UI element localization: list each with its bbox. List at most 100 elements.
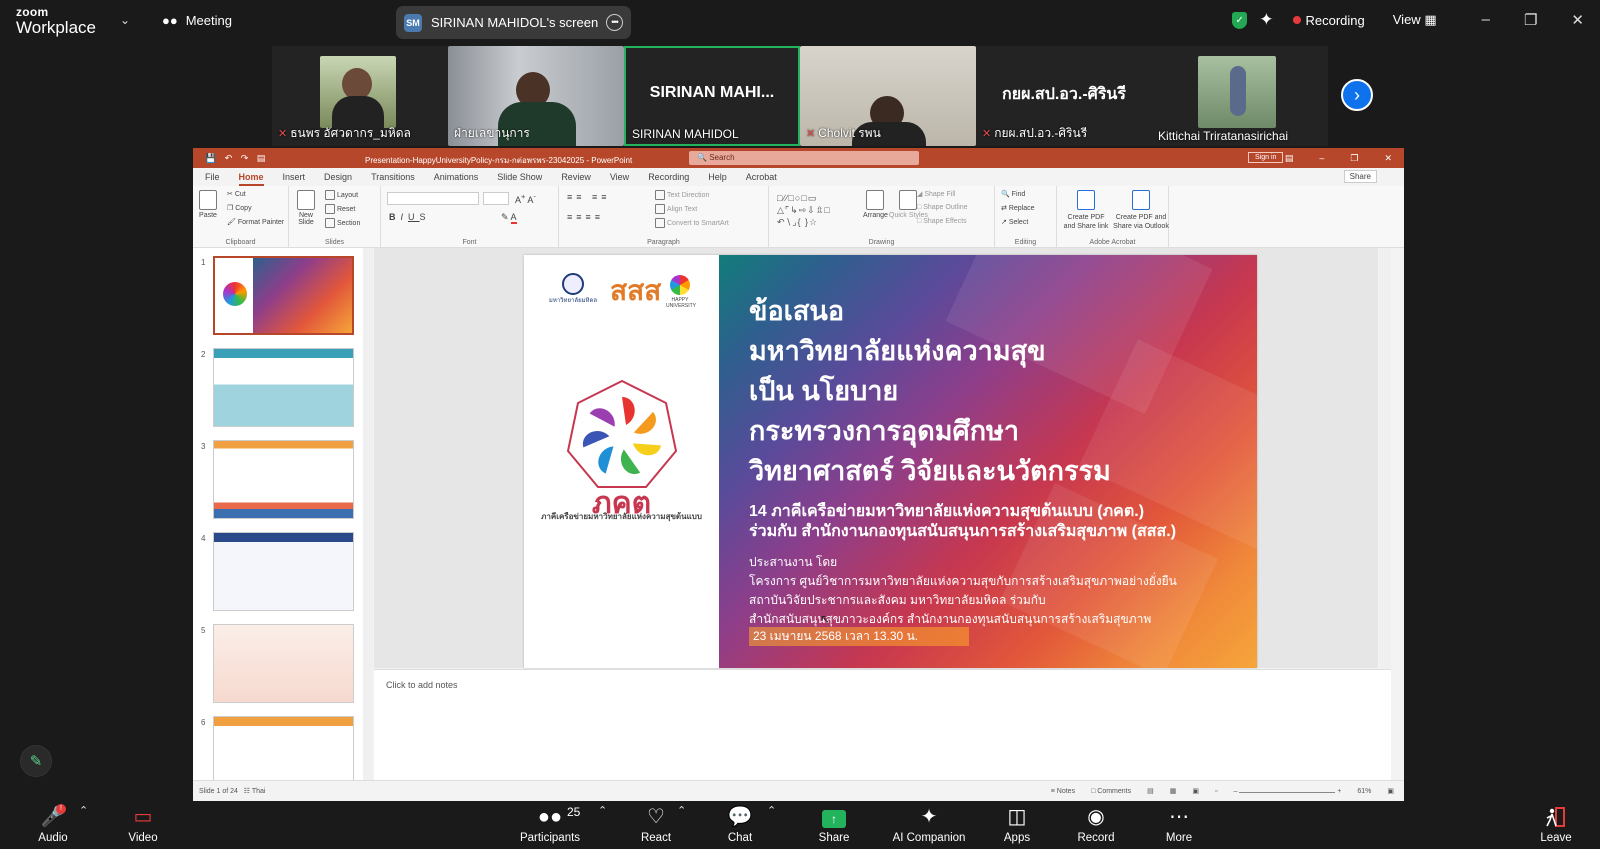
audio-options-caret[interactable]: ⌃ [79,804,88,817]
leave-button[interactable]: Leave [1540,806,1572,844]
annotate-pencil-icon[interactable]: ✎ [20,745,52,777]
create-pdf-outlook-button[interactable]: Create PDF and Share via Outlook [1113,190,1169,231]
slide-thumbnail[interactable] [213,716,354,780]
slide-thumbnail[interactable] [213,440,354,519]
thumbnail-scrollbar[interactable] [363,248,373,780]
shapes-gallery[interactable]: □∕∕□○□▭ △⌜↳⇨⇩⇫□ ↶∖⌟{ }☆ [777,192,857,228]
font-name-box[interactable] [387,192,479,205]
chat-options-caret[interactable]: ⌃ [767,804,776,817]
layout-button[interactable]: Layout [325,190,358,200]
ribbon-tab-acrobat[interactable]: Acrobat [746,172,777,182]
font-style-buttons[interactable]: BIUS [389,212,431,222]
cut-button[interactable]: ✂ Cut [227,190,246,198]
ribbon-tab-transitions[interactable]: Transitions [371,172,415,182]
font-size-box[interactable] [483,192,509,205]
shape-effects-button[interactable]: □ Shape Effects [917,218,967,225]
slide-scrollbar[interactable] [1379,248,1391,668]
replace-button[interactable]: ⇄ Replace [1001,204,1035,212]
align-buttons[interactable]: ≡≡≡≡ [567,212,604,222]
new-slide-button[interactable]: New Slide [297,190,315,226]
normal-view-icon[interactable]: ▤ [1147,787,1154,795]
share-button[interactable]: ↑ Share [818,806,850,844]
section-button[interactable]: Section [325,218,360,228]
arrange-button[interactable]: Arrange [863,190,888,219]
reading-view-icon[interactable]: ▣ [1192,787,1199,795]
video-button[interactable]: ▭ Video [125,806,161,844]
ribbon-tab-home[interactable]: Home [238,172,264,186]
quick-access-toolbar[interactable]: 💾 ↶ ↷ ▤ [205,153,268,164]
minimize-icon[interactable]: – [1319,153,1324,164]
ribbon-tab-review[interactable]: Review [561,172,591,182]
sign-in-button[interactable]: Sign in [1248,152,1284,163]
ribbon-tab-slide-show[interactable]: Slide Show [497,172,542,182]
participant-tile[interactable]: ✕ ธนพร อัศวดากร_มหิดล [272,46,448,146]
convert-smartart-button[interactable]: Convert to SmartArt [655,218,729,228]
chat-button[interactable]: 💬 Chat [726,806,754,844]
ribbon-tab-help[interactable]: Help [708,172,727,182]
font-grow-shrink[interactable]: A+ A- [515,192,536,205]
slide-thumbnail[interactable] [213,532,354,611]
zoom-slider[interactable]: – + [1233,788,1341,795]
ribbon-tab-animations[interactable]: Animations [434,172,479,182]
reset-button[interactable]: Reset [325,204,355,214]
shape-outline-button[interactable]: □ Shape Outline [917,204,968,211]
participant-tile[interactable]: ✕ Cholvit รพน [800,46,976,146]
ribbon-tab-recording[interactable]: Recording [648,172,689,182]
more-button[interactable]: ⋯ More [1163,806,1195,844]
view-button[interactable]: View ▦ [1393,12,1437,28]
participant-tile[interactable]: กยผ.สป.อว.-ศิรินรี ✕ กยผ.สป.อว.-ศิรินรี [976,46,1152,146]
notes-pane[interactable]: Click to add notes [374,669,1391,780]
ppt-share-button[interactable]: Share [1343,170,1377,183]
text-direction-button[interactable]: Text Direction [655,190,709,200]
ribbon-tab-design[interactable]: Design [324,172,352,182]
format-painter-button[interactable]: 🖌 Format Painter [227,218,284,226]
restore-icon[interactable]: ❐ [1350,153,1358,164]
participants-options-caret[interactable]: ⌃ [598,804,607,817]
close-icon[interactable]: ✕ [1384,153,1392,164]
slide-thumbnail-selected[interactable] [213,256,354,335]
current-slide[interactable]: มหาวิทยาลัยมหิดล สสส HAPPY UNIVERSITY ภค… [524,255,1257,668]
next-page-button[interactable]: › [1341,79,1373,111]
align-text-button[interactable]: Align Text [655,204,697,214]
slide-thumbnail[interactable] [213,624,354,703]
ribbon-tab-insert[interactable]: Insert [283,172,306,182]
audio-button[interactable]: 🎤! Audio [34,804,72,844]
slide-thumbnail[interactable] [213,348,354,427]
chevron-down-icon[interactable]: ⌄ [120,13,130,27]
find-button[interactable]: 🔍 Find [1001,190,1025,198]
react-options-caret[interactable]: ⌃ [677,804,686,817]
accessibility-icon[interactable]: ☷ [244,788,250,795]
slideshow-icon[interactable]: ▫ [1215,788,1217,795]
react-button[interactable]: ♡ React [640,806,672,844]
close-icon[interactable]: ✕ [1571,11,1584,29]
select-button[interactable]: ↗ Select [1001,218,1028,226]
more-options-icon[interactable]: ••• [606,14,623,31]
record-button[interactable]: ◉ Record [1076,806,1116,844]
ppt-search-box[interactable]: 🔍 Search [689,151,919,165]
comments-toggle[interactable]: □ Comments [1091,788,1131,795]
restore-icon[interactable]: ❐ [1524,11,1537,29]
participant-tile-active-speaker[interactable]: SIRINAN MAHI... SIRINAN MAHIDOL [624,46,800,146]
copy-button[interactable]: ❐ Copy [227,204,252,212]
shield-icon[interactable]: ✓ [1232,11,1248,29]
fit-slide-icon[interactable]: ▣ [1387,787,1394,795]
zoom-level[interactable]: 61% [1357,788,1371,795]
slide-sorter-icon[interactable]: ▦ [1170,787,1177,795]
ai-sparkle-icon[interactable]: ✦ [1259,10,1273,30]
apps-button[interactable]: ◫ Apps [1002,806,1032,844]
shape-fill-button[interactable]: ◢ Shape Fill [917,190,955,198]
ribbon-tab-file[interactable]: File [205,172,220,182]
participant-tile[interactable]: Kittichai Triratanasirichai [1152,46,1328,146]
font-color-button[interactable]: ✎ A [501,212,517,224]
paste-button[interactable]: Paste [199,190,217,219]
notes-toggle[interactable]: ≡ Notes [1051,788,1075,795]
recording-indicator[interactable]: Recording [1293,13,1365,28]
create-pdf-share-link-button[interactable]: Create PDF and Share link [1061,190,1111,231]
ai-companion-button[interactable]: ✦ AI Companion [890,806,968,844]
ribbon-display-icon[interactable]: ▤ [1285,153,1294,164]
language-indicator[interactable]: Thai [252,788,266,795]
list-buttons[interactable]: ≡≡ ≡≡ [567,192,611,202]
minimize-icon[interactable]: – [1482,11,1490,29]
participant-tile[interactable]: ฝ่ายเลขานุการ [448,46,624,146]
ribbon-tab-view[interactable]: View [610,172,629,182]
